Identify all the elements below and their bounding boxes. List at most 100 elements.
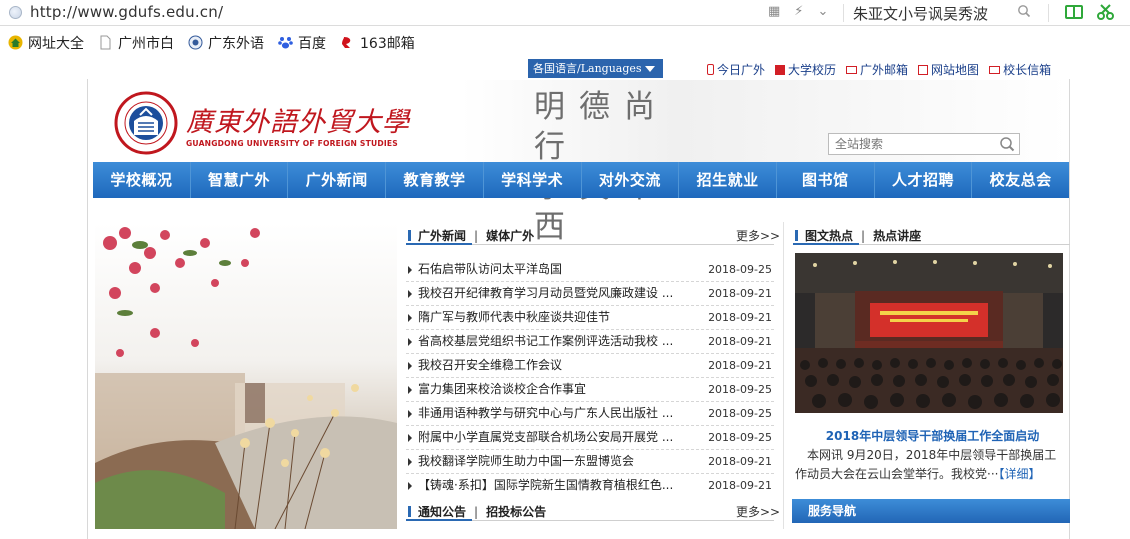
top-link-label: 网站地图 (931, 63, 980, 77)
book-icon[interactable] (1064, 3, 1084, 21)
lightning-icon[interactable]: ⚡ (794, 4, 803, 19)
photo-news-summary: 本网讯 9月20日，2018年中层领导干部换届工作动员大会在云山会堂举行。我校党… (795, 446, 1065, 484)
list-item[interactable]: 我校召开安全维稳工作会议 2018-09-21 (406, 354, 774, 378)
bookmark-item[interactable]: 百度 (278, 33, 326, 53)
news-title[interactable]: 隋广军与教师代表中秋座谈共迎佳节 (418, 306, 690, 329)
top-links: 今日广外 大学校历 广外邮箱 网站地图 校长信箱 (707, 61, 1061, 78)
news-title[interactable]: 我校召开安全维稳工作会议 (418, 354, 690, 377)
bookmark-label: 广东外语 (208, 35, 264, 52)
list-item[interactable]: 石佑启带队访问太平洋岛国 2018-09-25 (406, 258, 774, 282)
bookmark-item[interactable]: 广东外语 (188, 33, 264, 53)
top-link-calendar[interactable]: 大学校历 (775, 61, 836, 78)
arrow-icon (408, 410, 412, 418)
news-title[interactable]: 省高校基层党组织书记工作案例评选活动我校 ... (418, 330, 690, 353)
list-item[interactable]: 我校召开纪律教育学习月动员暨党风廉政建设 ... 2018-09-21 (406, 282, 774, 306)
list-item[interactable]: 我校翻译学院师生助力中国一东盟博览会 2018-09-21 (406, 450, 774, 474)
news-title[interactable]: 我校召开纪律教育学习月动员暨党风廉政建设 ... (418, 282, 690, 305)
tab-media[interactable]: 媒体广外 (486, 227, 534, 244)
chevron-down-icon[interactable]: ⌄ (817, 4, 828, 19)
news-date: 2018-09-25 (708, 263, 772, 276)
calendar-icon (775, 64, 786, 75)
list-item[interactable]: 富力集团来校洽谈校企合作事宜 2018-09-25 (406, 378, 774, 402)
news-title[interactable]: 富力集团来校洽谈校企合作事宜 (418, 378, 690, 401)
tab-underline (406, 243, 774, 245)
news-list: 石佑启带队访问太平洋岛国 2018-09-25 我校召开纪律教育学习月动员暨党风廉… (406, 258, 774, 498)
tab-notices[interactable]: 通知公告 (418, 503, 466, 520)
news-title[interactable]: 石佑启带队访问太平洋岛国 (418, 258, 690, 281)
site-globe-icon (9, 6, 22, 19)
bookmark-item[interactable]: 广州市白 (98, 33, 174, 53)
news-title[interactable]: 【铸魂·系扣】国际学院新生国情教育植根红色... (418, 474, 690, 497)
nav-item-education[interactable]: 教育教学 (386, 162, 484, 198)
news-title[interactable]: 我校翻译学院师生助力中国一东盟博览会 (418, 450, 690, 473)
nav-item-admissions[interactable]: 招生就业 (679, 162, 777, 198)
top-link-label: 今日广外 (717, 63, 766, 77)
nav-item-news[interactable]: 广外新闻 (288, 162, 387, 198)
top-link-mail[interactable]: 广外邮箱 (846, 61, 908, 78)
news-date: 2018-09-25 (708, 383, 772, 396)
detail-link[interactable]: 【详细】 (998, 467, 1040, 481)
grid-icon[interactable]: ▦ (768, 4, 780, 19)
nav-item-overview[interactable]: 学校概况 (93, 162, 191, 198)
scissors-icon[interactable] (1096, 3, 1116, 21)
campus-flower-photo[interactable] (95, 223, 397, 529)
tab-lectures[interactable]: 热点讲座 (873, 227, 921, 244)
arrow-icon (408, 434, 412, 442)
bookmark-item[interactable]: 163邮箱 (340, 33, 415, 53)
university-seal-logo[interactable] (114, 91, 178, 155)
news-date: 2018-09-21 (708, 335, 772, 348)
mail-163-icon (342, 37, 351, 48)
tab-marker (408, 506, 411, 517)
nav-item-library[interactable]: 图书馆 (777, 162, 875, 198)
logo-chinese-name: 廣東外語外貿大學 (186, 107, 410, 138)
top-link-label: 广外邮箱 (860, 63, 909, 77)
top-link-sitemap[interactable]: 网站地图 (918, 61, 979, 78)
arrow-icon (408, 266, 412, 274)
tab-marker (795, 230, 798, 241)
nav-item-recruitment[interactable]: 人才招聘 (875, 162, 973, 198)
url-field[interactable]: http://www.gdufs.edu.cn/ (30, 3, 223, 21)
nav-item-alumni[interactable]: 校友总会 (972, 162, 1069, 198)
bookmark-label: 百度 (298, 35, 326, 52)
news-more-link[interactable]: 更多>> (736, 227, 780, 244)
tab-news[interactable]: 广外新闻 (418, 227, 466, 244)
list-item[interactable]: 省高校基层党组织书记工作案例评选活动我校 ... 2018-09-21 (406, 330, 774, 354)
search-icon[interactable] (1017, 4, 1031, 18)
tab-divider: | (474, 504, 479, 519)
phone-icon (707, 64, 714, 75)
globe-icon (188, 35, 203, 50)
nav-item-academics[interactable]: 学科学术 (484, 162, 582, 198)
nav-item-international[interactable]: 对外交流 (582, 162, 680, 198)
search-icon[interactable] (999, 136, 1015, 152)
browser-search-input[interactable]: 朱亚文小号讽吴秀波 (853, 3, 988, 24)
arrow-icon (408, 386, 412, 394)
list-item[interactable]: 隋广军与教师代表中秋座谈共迎佳节 2018-09-21 (406, 306, 774, 330)
address-tools: ▦ ⚡ ⌄ (768, 4, 828, 19)
tab-tenders[interactable]: 招投标公告 (486, 503, 546, 520)
list-item[interactable]: 非通用语种教学与研究中心与广东人民出版社 ... 2018-09-25 (406, 402, 774, 426)
bookmark-label: 网址大全 (28, 35, 84, 52)
list-item[interactable]: 【铸魂·系扣】国际学院新生国情教育植根红色... 2018-09-21 (406, 474, 774, 498)
news-title[interactable]: 非通用语种教学与研究中心与广东人民出版社 ... (418, 402, 690, 425)
tab-marker (408, 230, 411, 241)
news-date: 2018-09-21 (708, 479, 772, 492)
sitemap-icon (918, 64, 929, 75)
tab-photo-news[interactable]: 图文热点 (805, 227, 853, 244)
top-link-today[interactable]: 今日广外 (707, 61, 765, 78)
list-item[interactable]: 附属中小学直属党支部联合机场公安局开展党 ... 2018-09-25 (406, 426, 774, 450)
tab-underline (793, 243, 1070, 245)
page-icon (100, 35, 111, 50)
nav-item-smart-campus[interactable]: 智慧广外 (191, 162, 289, 198)
language-dropdown[interactable]: 各国语言/Languages (528, 59, 663, 78)
top-link-president-mail[interactable]: 校长信箱 (989, 61, 1051, 78)
tab-divider: | (861, 228, 866, 243)
news-title[interactable]: 附属中小学直属党支部联合机场公安局开展党 ... (418, 426, 690, 449)
notices-more-link[interactable]: 更多>> (736, 503, 780, 520)
news-date: 2018-09-21 (708, 287, 772, 300)
site-search-input[interactable] (829, 134, 989, 154)
bookmark-item[interactable]: 网址大全 (8, 33, 84, 53)
site-search (828, 133, 1020, 155)
meeting-hall-photo[interactable] (795, 253, 1063, 413)
news-date: 2018-09-21 (708, 311, 772, 324)
photo-news-headline[interactable]: 2018年中层领导干部换届工作全面启动 (795, 427, 1070, 444)
